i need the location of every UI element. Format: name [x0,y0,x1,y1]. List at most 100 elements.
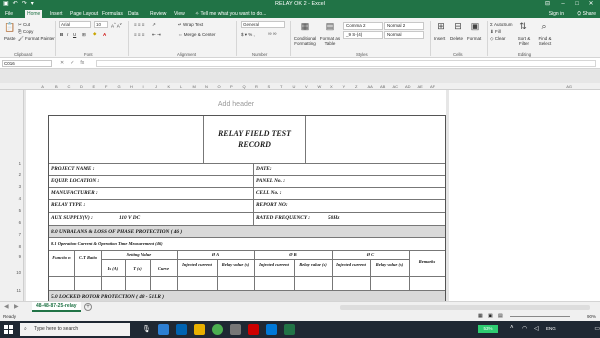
cut-button[interactable]: ✂ Cut [18,22,30,27]
column-header[interactable]: M [193,83,196,90]
windows-start-icon[interactable] [4,325,13,334]
grow-font-icon[interactable]: A^ Av [111,22,122,29]
pdf-icon[interactable] [248,324,259,335]
column-header[interactable]: N [205,83,208,90]
currency-icon[interactable]: $ ▾ % , [241,32,255,37]
bold-icon[interactable]: B [60,32,63,37]
volume-icon[interactable]: ◁ [534,325,539,332]
format-button[interactable]: Format [467,36,481,41]
indent-icon[interactable]: ⇤ ⇥ [152,32,161,37]
formula-input[interactable] [96,60,596,67]
column-header[interactable]: AF [430,83,435,90]
insert-cells-icon[interactable]: ⊞ [433,21,449,31]
mail-icon[interactable] [266,324,277,335]
column-header[interactable]: J [155,83,157,90]
chevron-up-icon[interactable]: ˄ [510,325,514,331]
zoom-slider[interactable] [510,316,570,317]
column-header[interactable]: Q [243,83,246,90]
tab-page-layout[interactable]: Page Layout [68,10,100,18]
sign-in-link[interactable]: Sign in [549,10,564,18]
new-sheet-icon[interactable]: + [84,303,92,311]
number-format-select[interactable]: General [241,21,285,28]
format-cells-icon[interactable]: ▣ [467,21,483,31]
decimal-icon[interactable]: ⁰⁰ ⁰⁰ [268,32,276,37]
tab-insert[interactable]: Insert [48,10,65,18]
column-header[interactable]: D [80,83,83,90]
edge-icon[interactable] [176,324,187,335]
delete-cells-icon[interactable]: ⊟ [450,21,466,31]
underline-icon[interactable]: U [73,32,76,37]
conditional-formatting-icon[interactable]: ▦ [295,21,315,31]
fill-button[interactable]: ⬇ Fill [490,29,501,34]
column-header[interactable]: Z [355,83,357,90]
column-header[interactable]: E [93,83,96,90]
row-header[interactable]: 4 [19,196,21,201]
font-size-select[interactable]: 10 [94,21,108,28]
tell-me-box[interactable]: ✧ Tell me what you want to do... [193,10,268,18]
task-view-icon[interactable] [158,324,169,335]
store-icon[interactable] [230,324,241,335]
battery-indicator[interactable]: 53% [478,325,498,333]
zoom-level[interactable]: 90% [587,314,596,319]
orientation-icon[interactable]: ↗ [152,22,156,27]
format-as-table-icon[interactable]: ▤ [320,21,340,31]
maximize-icon[interactable]: □ [570,0,584,9]
format-as-table-button[interactable]: Format as Table [318,36,342,46]
autosum-button[interactable]: Σ AutoSum [490,22,513,27]
share-button[interactable]: ⛭ Share [577,10,596,18]
close-icon[interactable]: ✕ [584,0,598,9]
column-header[interactable]: K [168,83,171,90]
insert-button[interactable]: Insert [434,36,445,41]
microphone-icon[interactable]: 🎙 [142,325,151,333]
row-header[interactable]: 9 [19,254,21,259]
column-header[interactable]: W [318,83,322,90]
column-header[interactable]: AB [380,83,385,90]
column-header[interactable]: C [68,83,71,90]
column-header[interactable]: X [330,83,333,90]
sort-filter-icon[interactable]: ⇅ [515,21,531,31]
view-page-break-icon[interactable]: ▤ [498,313,503,319]
row-header[interactable]: 2 [19,172,21,177]
cell-style-normal[interactable]: Normal [384,31,424,39]
row-header[interactable]: 7 [19,232,21,237]
row-header[interactable]: 3 [19,184,21,189]
column-header[interactable]: Y [343,83,346,90]
scroll-right-icon[interactable]: ▶ [14,303,19,310]
tab-file[interactable]: File [3,10,15,18]
view-page-layout-icon[interactable]: ▣ [488,313,493,319]
minimize-icon[interactable]: – [556,0,570,9]
row-header[interactable]: 1 [19,161,21,166]
column-header[interactable]: A [41,83,44,90]
row-header[interactable]: 5 [19,208,21,213]
cancel-entry-icon[interactable]: ✕ [60,60,64,66]
scroll-left-icon[interactable]: ◀ [4,303,9,310]
column-header[interactable]: L [180,83,182,90]
sheet-tab-active[interactable]: 48-48-87-25-relay [32,302,81,312]
tab-review[interactable]: Review [148,10,168,18]
column-header[interactable]: H [130,83,133,90]
confirm-entry-icon[interactable]: ✓ [70,60,74,66]
chrome-icon[interactable] [212,324,223,335]
format-painter-button[interactable]: 🖌 Format Painter [18,36,55,41]
tab-data[interactable]: Data [126,10,141,18]
column-header[interactable]: AG [566,83,572,90]
paste-icon[interactable]: 📋 [3,22,17,32]
column-header[interactable]: V [305,83,308,90]
column-header[interactable]: AC [393,83,399,90]
paste-button[interactable]: Paste [4,36,16,41]
copy-button[interactable]: ⎘ Copy [18,29,33,34]
view-normal-icon[interactable]: ▦ [478,313,483,319]
column-header[interactable]: G [118,83,121,90]
wrap-text-button[interactable]: ↵ Wrap Text [178,22,203,27]
notification-icon[interactable]: ▭ [594,325,600,332]
clear-button[interactable]: ◇ Clear [490,36,505,41]
language-indicator[interactable]: ENG [546,326,556,331]
tab-view[interactable]: View [172,10,187,18]
name-box[interactable]: C016 [2,60,52,67]
italic-icon[interactable]: I [67,32,68,37]
column-header[interactable]: I [143,83,144,90]
column-header[interactable]: AA [368,83,373,90]
horizontal-scrollbar[interactable] [340,305,590,310]
row-header[interactable]: 10 [16,270,21,275]
align-left-icon[interactable]: ≡ ≡ ≡ [134,32,144,37]
